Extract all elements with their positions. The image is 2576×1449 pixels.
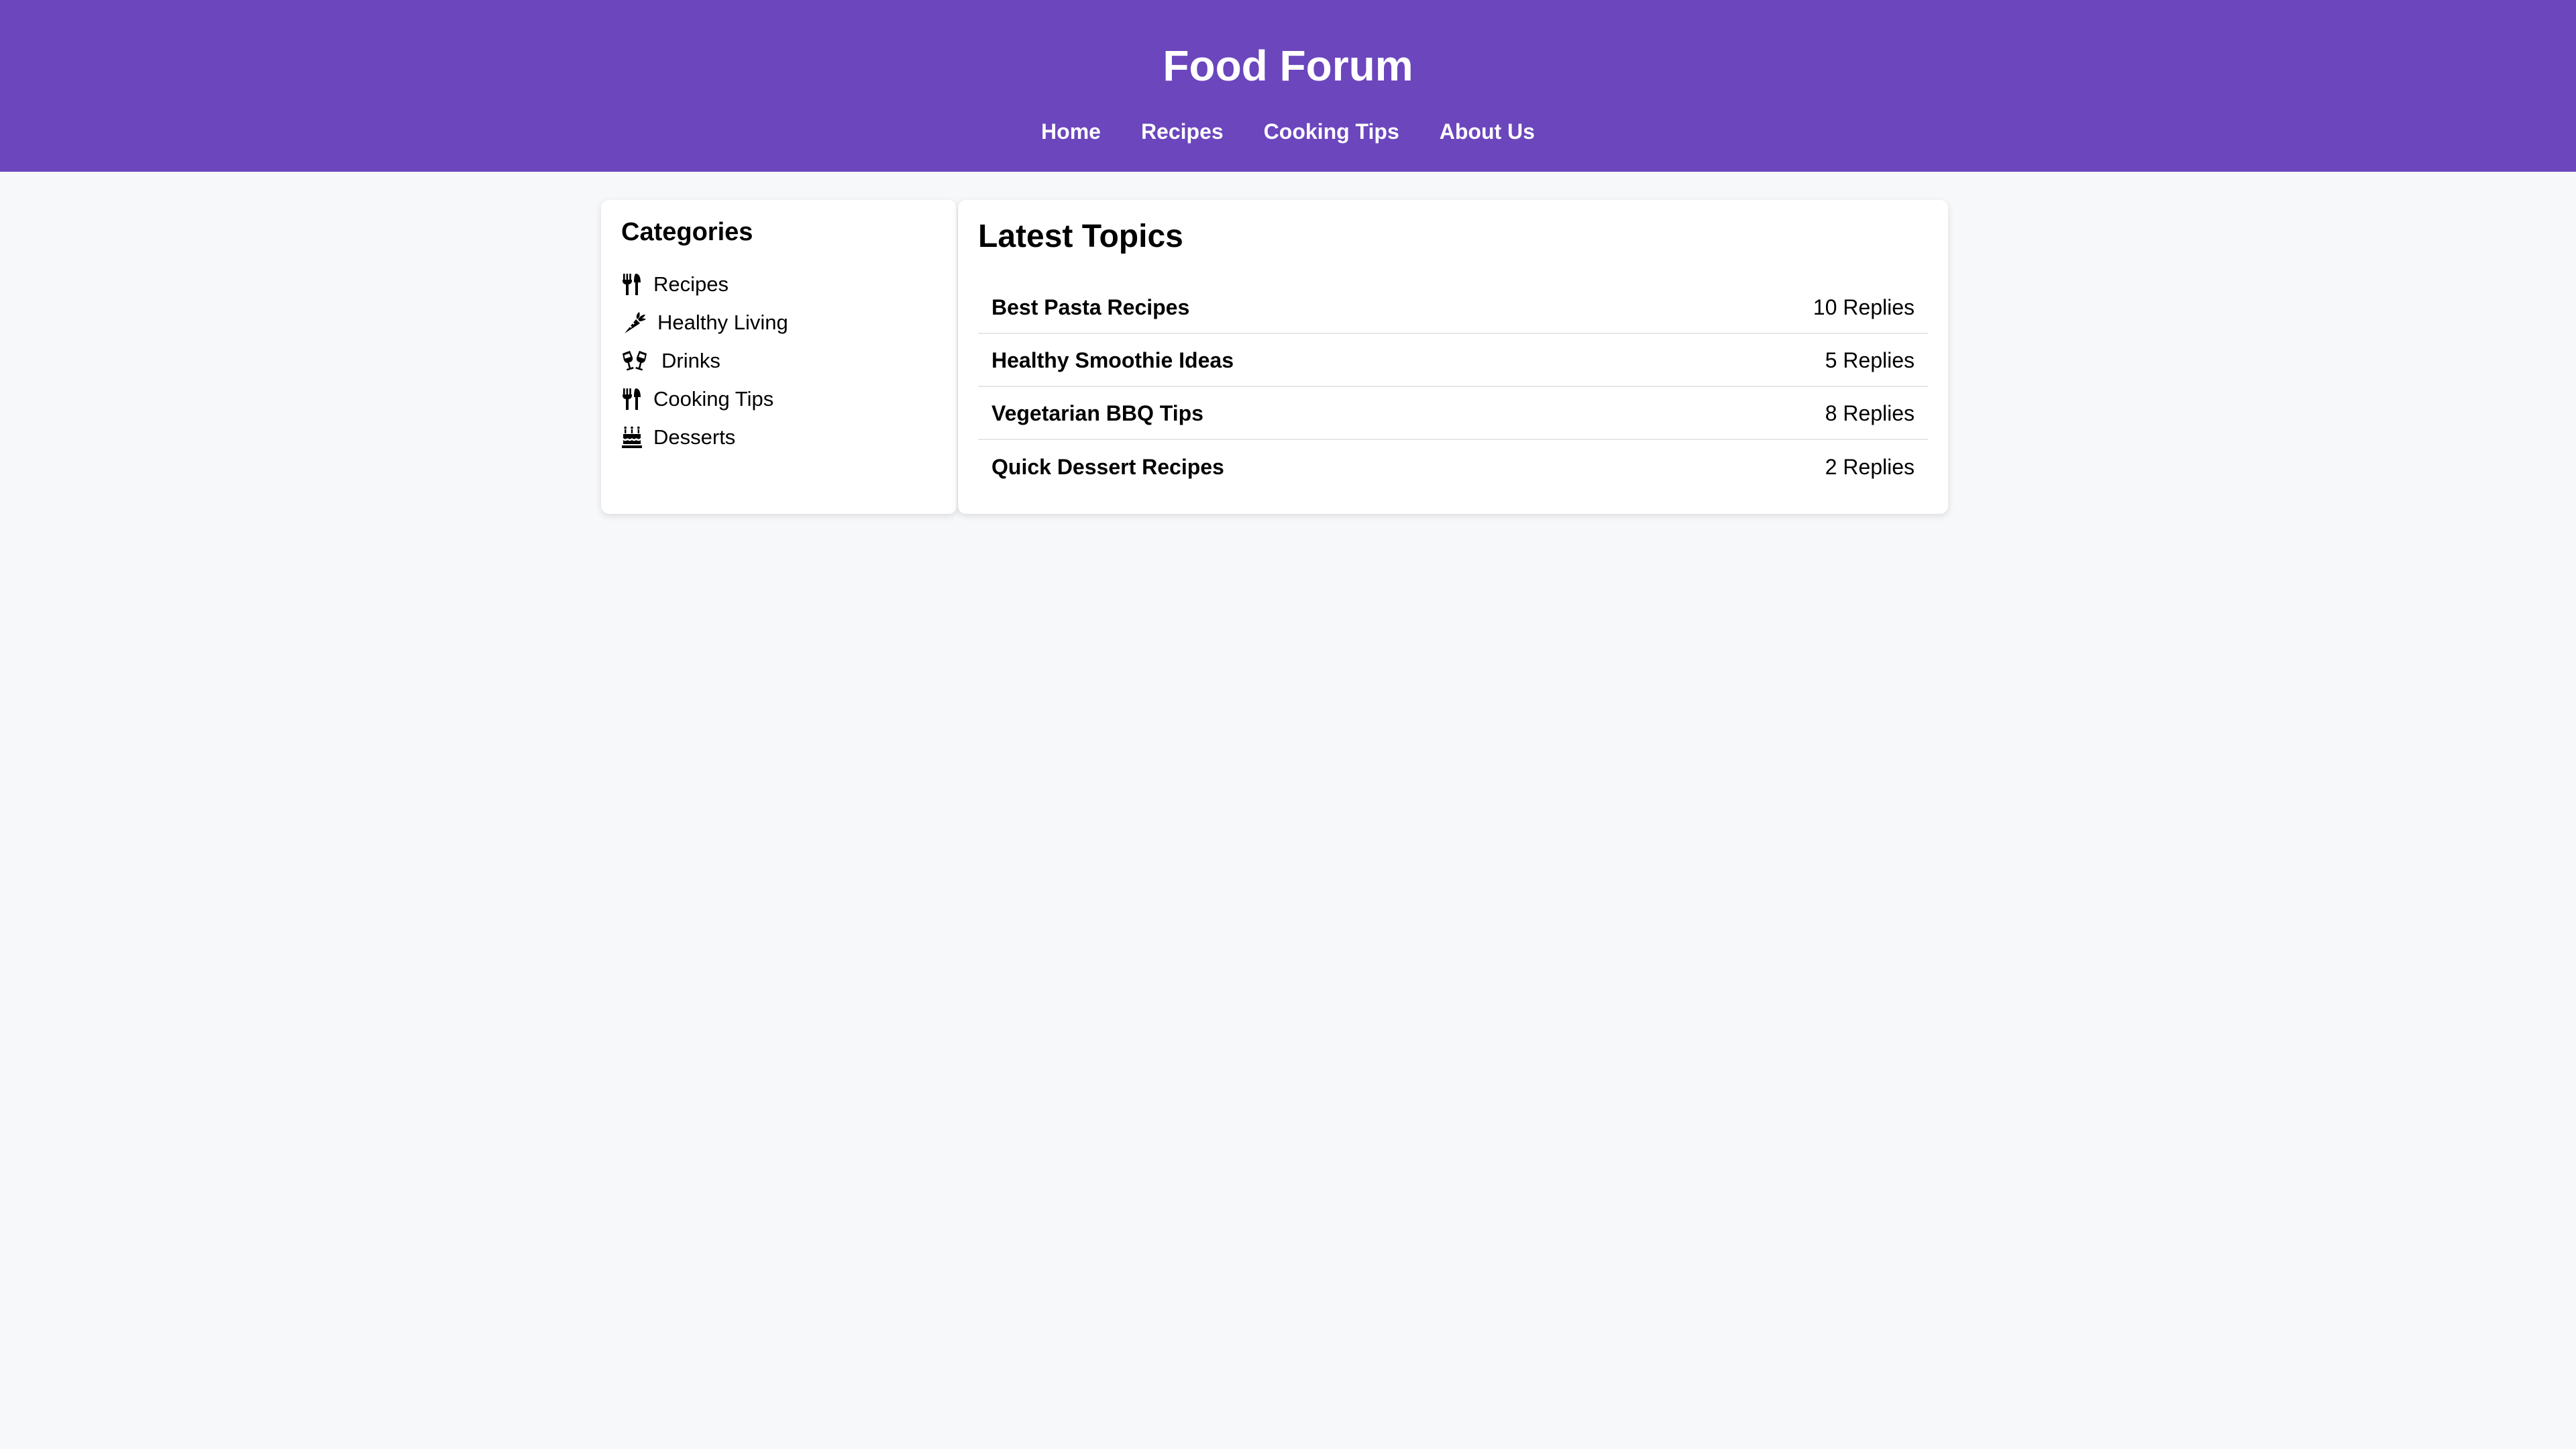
latest-topics-panel: Latest Topics Best Pasta Recipes 10 Repl… bbox=[958, 200, 1948, 514]
category-item-cooking-tips[interactable]: Cooking Tips bbox=[621, 383, 773, 415]
categories-title: Categories bbox=[621, 218, 753, 246]
category-label: Recipes bbox=[653, 272, 729, 296]
nav-cooking-tips-link[interactable]: Cooking Tips bbox=[1264, 115, 1399, 148]
topic-row[interactable]: Vegetarian BBQ Tips 8 Replies bbox=[978, 388, 1928, 440]
category-label: Desserts bbox=[653, 425, 736, 449]
carrot-icon bbox=[621, 311, 648, 335]
topic-row[interactable]: Best Pasta Recipes 10 Replies bbox=[978, 282, 1928, 334]
category-item-drinks[interactable]: Drinks bbox=[621, 345, 720, 377]
utensils-icon bbox=[621, 272, 643, 297]
site-header: Food Forum Home Recipes Cooking Tips Abo… bbox=[0, 0, 2576, 172]
nav-about-us-link[interactable]: About Us bbox=[1440, 115, 1535, 148]
category-label: Drinks bbox=[661, 349, 720, 372]
nav-home-link[interactable]: Home bbox=[1041, 115, 1101, 148]
glasses-cheers-icon bbox=[621, 349, 648, 373]
birthday-cake-icon bbox=[621, 425, 643, 449]
category-item-desserts[interactable]: Desserts bbox=[621, 421, 735, 453]
main-nav: Home Recipes Cooking Tips About Us bbox=[0, 115, 2576, 148]
site-title: Food Forum bbox=[1163, 42, 1413, 90]
topic-reply-count: 10 Replies bbox=[1813, 294, 1915, 319]
topic-reply-count: 5 Replies bbox=[1825, 347, 1915, 372]
category-label: Healthy Living bbox=[657, 311, 788, 334]
topic-title: Healthy Smoothie Ideas bbox=[991, 347, 1234, 372]
latest-topics-title: Latest Topics bbox=[978, 219, 1183, 254]
category-label: Cooking Tips bbox=[653, 387, 774, 411]
nav-recipes-link[interactable]: Recipes bbox=[1141, 115, 1224, 148]
category-item-recipes[interactable]: Recipes bbox=[621, 268, 729, 301]
topic-title: Quick Dessert Recipes bbox=[991, 454, 1224, 479]
topic-reply-count: 2 Replies bbox=[1825, 454, 1915, 479]
topic-title: Vegetarian BBQ Tips bbox=[991, 400, 1203, 425]
topic-row[interactable]: Healthy Smoothie Ideas 5 Replies bbox=[978, 335, 1928, 387]
utensils-icon bbox=[621, 387, 643, 411]
topic-reply-count: 8 Replies bbox=[1825, 400, 1915, 425]
topic-row[interactable]: Quick Dessert Recipes 2 Replies bbox=[978, 441, 1928, 493]
topic-title: Best Pasta Recipes bbox=[991, 294, 1190, 319]
category-item-healthy-living[interactable]: Healthy Living bbox=[621, 307, 788, 339]
